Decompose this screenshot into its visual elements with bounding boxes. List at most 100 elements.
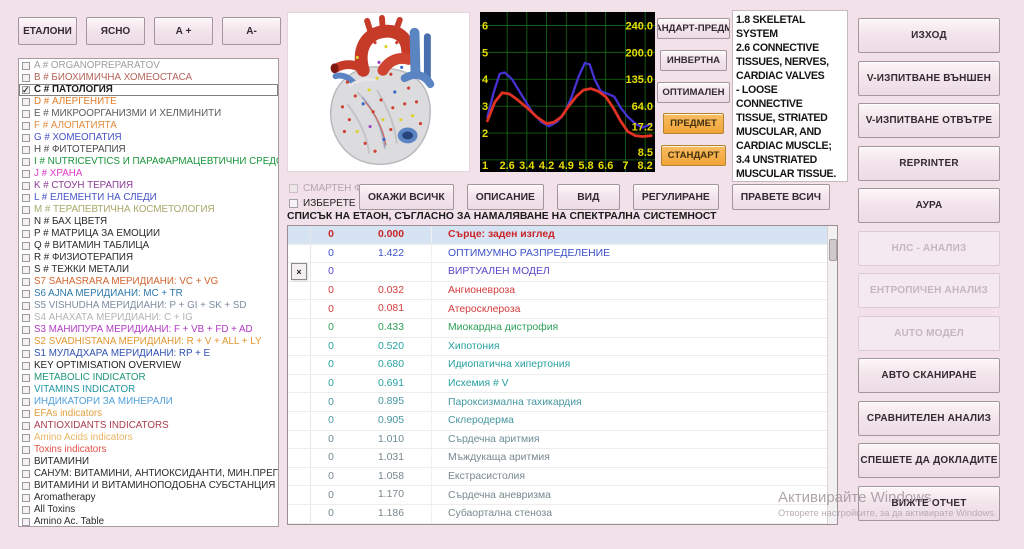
catalog-checkbox[interactable]: [22, 362, 30, 370]
catalog-item[interactable]: ANTIOXIDANTS INDICATORS: [19, 420, 278, 432]
sidebar-button[interactable]: СРАВНИТЕЛЕН АНАЛИЗ: [858, 400, 1000, 436]
catalog-checkbox[interactable]: [22, 446, 30, 454]
table-row[interactable]: 0 1.031 Мъждукаща аритмия: [288, 449, 837, 468]
table-row[interactable]: 0 0.680 Идиопатична хипертония: [288, 356, 837, 375]
catalog-checkbox[interactable]: [22, 110, 30, 118]
catalog-checkbox[interactable]: [22, 84, 30, 96]
list-action-button[interactable]: РЕГУЛИРАНЕ: [632, 184, 719, 210]
catalog-item[interactable]: L # ЕЛЕМЕНТИ НА СЛЕДИ: [19, 192, 278, 204]
catalog-item[interactable]: P # МАТРИЦА ЗА ЕМОЦИИ: [19, 228, 278, 240]
catalog-checkbox[interactable]: [22, 182, 30, 190]
catalog-item[interactable]: Amino Acids indicators: [19, 432, 278, 444]
catalog-item[interactable]: METABOLIC INDICATOR: [19, 372, 278, 384]
catalog-item[interactable]: E # МИКРООРГАНИЗМИ И ХЕЛМИНИТИ: [19, 108, 278, 120]
catalog-checkbox[interactable]: [22, 434, 30, 442]
list-action-button[interactable]: ВИД: [556, 184, 620, 210]
table-scrollbar[interactable]: [827, 226, 837, 524]
table-row[interactable]: 0 0.895 Пароксизмална тахикардия: [288, 393, 837, 412]
catalog-item[interactable]: Aromatherapy: [19, 492, 278, 504]
catalog-item[interactable]: R # ФИЗИОТЕРАПИЯ: [19, 252, 278, 264]
catalog-checkbox[interactable]: [22, 410, 30, 418]
select-checkbox[interactable]: ИЗБЕРЕТЕ: [289, 198, 356, 209]
table-row[interactable]: 0 0.691 Исхемия # V: [288, 374, 837, 394]
catalog-item[interactable]: Q # ВИТАМИН ТАБЛИЦА: [19, 240, 278, 252]
sidebar-button[interactable]: ИЗХОД: [858, 18, 1000, 53]
catalog-checkbox[interactable]: [22, 122, 30, 130]
catalog-item[interactable]: ИНДИКАТОРИ ЗА МИНЕРАЛИ: [19, 396, 278, 408]
table-row[interactable]: 0 1.170 Сърдечна аневризма: [288, 486, 837, 505]
catalog-item[interactable]: KEY OPTIMISATION OVERVIEW: [19, 360, 278, 372]
catalog-checkbox[interactable]: [22, 470, 30, 478]
catalog-item[interactable]: S6 AJNA МЕРИДИАНИ: MC + TR: [19, 288, 278, 300]
catalog-checkbox[interactable]: [22, 374, 30, 382]
catalog-item[interactable]: F # АЛОПАТИЯТА: [19, 120, 278, 132]
catalog-checkbox[interactable]: [22, 266, 30, 274]
catalog-checkbox[interactable]: [22, 242, 30, 250]
chart-control-button[interactable]: СТАНДАРТ: [660, 145, 727, 166]
table-row[interactable]: 0 0.520 Хипотония: [288, 337, 837, 357]
catalog-item[interactable]: VITAMINS INDICATOR: [19, 384, 278, 396]
table-row[interactable]: 0 0.433 Миокардна дистрофия: [288, 318, 837, 338]
catalog-checkbox[interactable]: [22, 338, 30, 346]
catalog-checkbox[interactable]: [22, 194, 30, 202]
sidebar-button[interactable]: НЛС - АНАЛИЗ: [858, 230, 1000, 266]
catalog-item[interactable]: S # ТЕЖКИ МЕТАЛИ: [19, 264, 278, 276]
table-row[interactable]: 0 1.422 ОПТИМУМНО РАЗПРЕДЕЛЕНИЕ: [288, 244, 837, 264]
toolbar-button[interactable]: ЕТАЛОНИ: [18, 17, 77, 45]
catalog-item[interactable]: Amino Ac. Table: [19, 516, 278, 526]
catalog-item[interactable]: S7 SAHASRARA МЕРИДИАНИ: VC + VG: [19, 276, 278, 288]
catalog-item[interactable]: C # ПАТОЛОГИЯ: [19, 84, 278, 96]
list-action-button[interactable]: ОКАЖИ ВСИЧК: [359, 184, 454, 210]
catalog-item[interactable]: S1 МУЛАДХАРА МЕРИДИАНИ: RP + E: [19, 348, 278, 360]
catalog-item[interactable]: K # СТОУН ТЕРАПИЯ: [19, 180, 278, 192]
table-row[interactable]: 0 0.032 Ангионевроза: [288, 281, 837, 301]
catalog-item[interactable]: All Toxins: [19, 504, 278, 516]
catalog-item[interactable]: N # БАХ ЦВЕТЯ: [19, 216, 278, 228]
catalog-checkbox[interactable]: [22, 134, 30, 142]
catalog-checkbox[interactable]: [22, 170, 30, 178]
table-row[interactable]: 0 1.058 Екстрасистолия: [288, 467, 837, 487]
catalog-item[interactable]: Toxins indicators: [19, 444, 278, 456]
catalog-checkbox[interactable]: [22, 98, 30, 106]
sidebar-button[interactable]: V-ИЗПИТВАНЕ ВЪНШЕН: [858, 60, 1000, 96]
chart-control-button[interactable]: ИНВЕРТНА: [659, 49, 728, 71]
catalog-checkbox[interactable]: [22, 158, 30, 166]
catalog-checkbox[interactable]: [22, 218, 30, 226]
catalog-item[interactable]: S5 VISHUDHA МЕРИДИАНИ: P + GI + SK + SD: [19, 300, 278, 312]
sidebar-button[interactable]: АУРА: [858, 188, 1000, 223]
sidebar-button[interactable]: AUTO МОДЕЛ: [858, 315, 1000, 351]
chart-control-button[interactable]: АНДАРТ-ПРЕДМ: [657, 18, 730, 39]
list-action-button[interactable]: ПРАВЕТЕ ВСИЧ: [731, 184, 831, 210]
chart-control-button[interactable]: ОПТИМАЛЕН: [657, 81, 730, 103]
catalog-checkbox[interactable]: [22, 350, 30, 358]
catalog-item[interactable]: H # ФИТОТЕРАПИЯ: [19, 144, 278, 156]
catalog-item[interactable]: S4 АНАХАТА МЕРИДИАНИ: C + IG: [19, 312, 278, 324]
table-row[interactable]: 0 1.186 Субаортална стеноза: [288, 504, 837, 524]
catalog-item[interactable]: J # ХРАНА: [19, 168, 278, 180]
catalog-checkbox[interactable]: [22, 326, 30, 334]
sidebar-button[interactable]: REPRINTER: [858, 145, 1000, 181]
table-scrollbar-thumb[interactable]: [829, 239, 837, 261]
catalog-item[interactable]: B # БИОХИМИЧНА ХОМЕОСТАСА: [19, 72, 278, 84]
catalog-checkbox[interactable]: [22, 482, 30, 490]
table-row[interactable]: 0 1.010 Сърдечна аритмия: [288, 430, 837, 450]
catalog-checkbox[interactable]: [22, 290, 30, 298]
catalog-checkbox[interactable]: [22, 254, 30, 262]
catalog-checkbox[interactable]: [22, 74, 30, 82]
catalog-checkbox[interactable]: [22, 146, 30, 154]
catalog-item[interactable]: ВИТАМИНИ: [19, 456, 278, 468]
sidebar-button[interactable]: V-ИЗПИТВАНЕ ОТВЪТРЕ: [858, 103, 1000, 138]
table-row[interactable]: 0 0.081 Атеросклероза: [288, 300, 837, 319]
sidebar-button[interactable]: АВТО СКАНИРАНЕ: [858, 358, 1000, 393]
toolbar-button[interactable]: А +: [154, 17, 213, 45]
catalog-item[interactable]: G # ХОМЕОПАТИЯ: [19, 132, 278, 144]
catalog-checkbox[interactable]: [22, 314, 30, 322]
catalog-checkbox[interactable]: [22, 422, 30, 430]
sidebar-button[interactable]: СПЕШЕТЕ ДА ДОКЛАДИТЕ: [858, 443, 1000, 478]
chart-control-button[interactable]: ПРЕДМЕТ: [663, 113, 724, 135]
catalog-item[interactable]: САНУМ: ВИТАМИНИ, АНТИОКСИДАНТИ, МИН.ПРЕП…: [19, 468, 278, 480]
table-row[interactable]: 0 0.905 Склеродерма: [288, 411, 837, 431]
catalog-item[interactable]: ВИТАМИНИ И ВИТАМИНОПОДОБНА СУБСТАНЦИЯ: [19, 480, 278, 492]
catalog-checkbox[interactable]: [22, 302, 30, 310]
catalog-checkbox[interactable]: [22, 386, 30, 394]
